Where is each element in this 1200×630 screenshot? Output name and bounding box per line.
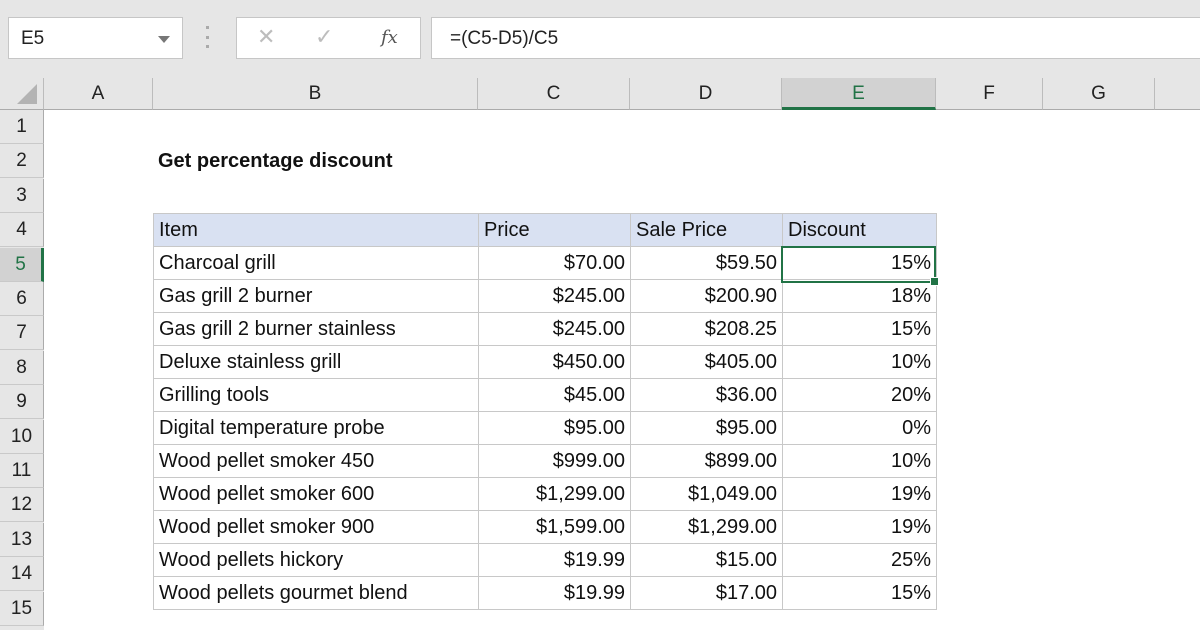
item-cell[interactable]: Wood pellet smoker 450 [153, 444, 479, 478]
select-all-icon [17, 84, 37, 104]
price-cell[interactable]: $19.99 [478, 576, 631, 610]
discount-cell[interactable]: 10% [782, 444, 937, 478]
item-cell[interactable]: Charcoal grill [153, 246, 479, 280]
column-header-b[interactable]: B [153, 78, 478, 110]
header-price[interactable]: Price [478, 213, 631, 247]
sale-price-cell[interactable]: $95.00 [630, 411, 783, 445]
table-header-row: Item Price Sale Price Discount [153, 213, 937, 247]
row-header-5[interactable]: 5 [0, 247, 44, 282]
formula-bar-area: E5 ✕ ✓ fx =(C5-D5)/C5 [0, 0, 1200, 78]
drag-handle-icon[interactable] [205, 26, 209, 48]
price-cell[interactable]: $95.00 [478, 411, 631, 445]
insert-function-icon[interactable]: fx [381, 27, 398, 48]
column-header-e[interactable]: E [782, 78, 936, 110]
table-row: Wood pellets gourmet blend $19.99 $17.00 15… [153, 576, 937, 610]
item-cell[interactable]: Wood pellets hickory [153, 543, 479, 577]
header-sale-price[interactable]: Sale Price [630, 213, 783, 247]
discount-cell[interactable]: 15% [782, 246, 937, 280]
price-cell[interactable]: $245.00 [478, 279, 631, 313]
sale-price-cell[interactable]: $17.00 [630, 576, 783, 610]
item-cell[interactable]: Gas grill 2 burner stainless [153, 312, 479, 346]
formula-text: =(C5-D5)/C5 [450, 28, 559, 49]
item-cell[interactable]: Wood pellet smoker 900 [153, 510, 479, 544]
row-header-4[interactable]: 4 [0, 213, 44, 248]
row-header-10[interactable]: 10 [0, 419, 44, 454]
item-cell[interactable]: Gas grill 2 burner [153, 279, 479, 313]
price-cell[interactable]: $45.00 [478, 378, 631, 412]
name-box[interactable]: E5 [8, 17, 183, 59]
price-cell[interactable]: $245.00 [478, 312, 631, 346]
table-row: Grilling tools $45.00 $36.00 20% [153, 378, 937, 412]
row-header-7[interactable]: 7 [0, 316, 44, 351]
price-cell[interactable]: $1,299.00 [478, 477, 631, 511]
discount-cell[interactable]: 10% [782, 345, 937, 379]
item-cell[interactable]: Wood pellet smoker 600 [153, 477, 479, 511]
column-header-d[interactable]: D [630, 78, 782, 110]
table-row: Deluxe stainless grill $450.00 $405.00 10% [153, 345, 937, 379]
sale-price-cell[interactable]: $59.50 [630, 246, 783, 280]
discount-cell[interactable]: 18% [782, 279, 937, 313]
table-row: Wood pellets hickory $19.99 $15.00 25% [153, 543, 937, 577]
price-cell[interactable]: $70.00 [478, 246, 631, 280]
column-header-h[interactable] [1155, 78, 1200, 110]
sale-price-cell[interactable]: $405.00 [630, 345, 783, 379]
row-header-2[interactable]: 2 [0, 144, 44, 179]
row-header-12[interactable]: 12 [0, 488, 44, 523]
table-row: Gas grill 2 burner $245.00 $200.90 18% [153, 279, 937, 313]
row-header-8[interactable]: 8 [0, 350, 44, 385]
row-header-13[interactable]: 13 [0, 522, 44, 557]
column-header-g[interactable]: G [1043, 78, 1155, 110]
enter-icon[interactable]: ✓ [315, 24, 333, 50]
chevron-down-icon[interactable] [158, 36, 170, 43]
price-cell[interactable]: $1,599.00 [478, 510, 631, 544]
formula-buttons: ✕ ✓ fx [236, 17, 421, 59]
table-row: Wood pellet smoker 600 $1,299.00 $1,049.00… [153, 477, 937, 511]
row-header-3[interactable]: 3 [0, 178, 44, 213]
sale-price-cell[interactable]: $1,299.00 [630, 510, 783, 544]
sale-price-cell[interactable]: $200.90 [630, 279, 783, 313]
table-row: Digital temperature probe $95.00 $95.00 0% [153, 411, 937, 445]
formula-input[interactable]: =(C5-D5)/C5 [431, 17, 1200, 59]
sale-price-cell[interactable]: $1,049.00 [630, 477, 783, 511]
discount-cell[interactable]: 19% [782, 510, 937, 544]
row-header-15[interactable]: 15 [0, 591, 44, 626]
discount-cell[interactable]: 25% [782, 543, 937, 577]
price-cell[interactable]: $999.00 [478, 444, 631, 478]
row-header-6[interactable]: 6 [0, 282, 44, 316]
discount-table: Item Price Sale Price Discount Charcoal … [153, 213, 937, 610]
row-header-14[interactable]: 14 [0, 557, 44, 592]
discount-cell[interactable]: 19% [782, 477, 937, 511]
item-cell[interactable]: Digital temperature probe [153, 411, 479, 445]
table-row: Wood pellet smoker 450 $999.00 $899.00 10% [153, 444, 937, 478]
discount-cell[interactable]: 15% [782, 576, 937, 610]
name-box-value: E5 [21, 28, 45, 49]
header-discount[interactable]: Discount [782, 213, 937, 247]
table-row: Charcoal grill $70.00 $59.50 15% [153, 246, 937, 280]
discount-cell[interactable]: 0% [782, 411, 937, 445]
item-cell[interactable]: Grilling tools [153, 378, 479, 412]
row-header-11[interactable]: 11 [0, 454, 44, 488]
item-cell[interactable]: Wood pellets gourmet blend [153, 576, 479, 610]
sale-price-cell[interactable]: $899.00 [630, 444, 783, 478]
sheet-title[interactable]: Get percentage discount [158, 150, 393, 173]
price-cell[interactable]: $19.99 [478, 543, 631, 577]
table-row: Gas grill 2 burner stainless $245.00 $208.… [153, 312, 937, 346]
item-cell[interactable]: Deluxe stainless grill [153, 345, 479, 379]
row-header-9[interactable]: 9 [0, 385, 44, 420]
sale-price-cell[interactable]: $208.25 [630, 312, 783, 346]
table-row: Wood pellet smoker 900 $1,599.00 $1,299.00… [153, 510, 937, 544]
column-header-a[interactable]: A [44, 78, 153, 110]
select-all-button[interactable] [0, 78, 44, 110]
sale-price-cell[interactable]: $36.00 [630, 378, 783, 412]
row-header-1[interactable]: 1 [0, 110, 44, 144]
price-cell[interactable]: $450.00 [478, 345, 631, 379]
discount-cell[interactable]: 20% [782, 378, 937, 412]
cancel-icon[interactable]: ✕ [257, 24, 275, 50]
discount-cell[interactable]: 15% [782, 312, 937, 346]
header-item[interactable]: Item [153, 213, 479, 247]
column-header-f[interactable]: F [936, 78, 1043, 110]
sale-price-cell[interactable]: $15.00 [630, 543, 783, 577]
column-header-c[interactable]: C [478, 78, 630, 110]
